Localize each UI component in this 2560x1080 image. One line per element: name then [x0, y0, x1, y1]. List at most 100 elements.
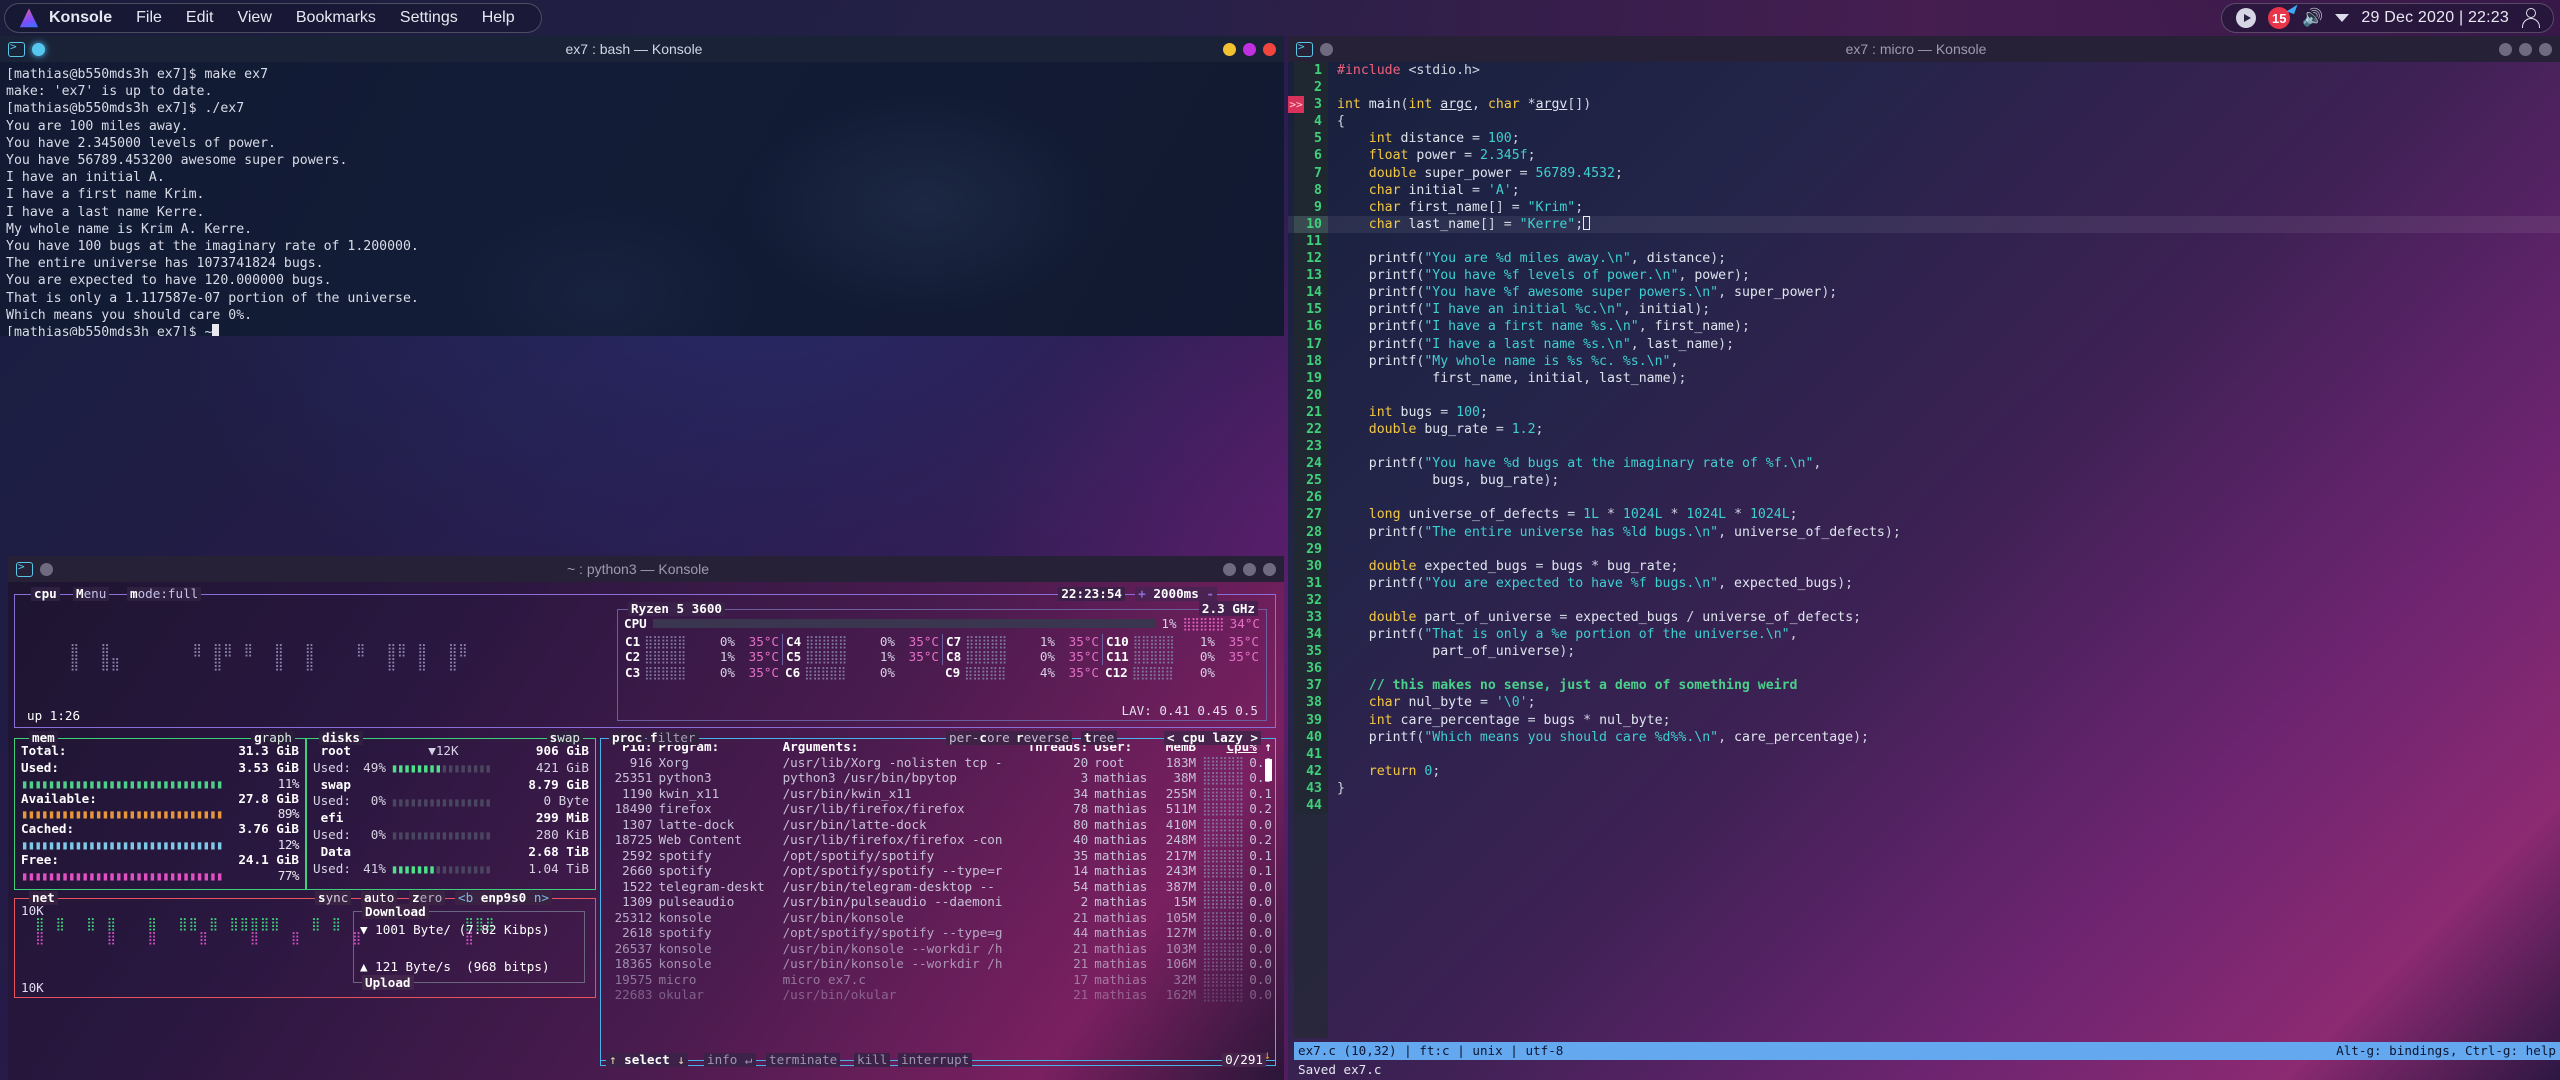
code-line[interactable]: 13 printf("You have %f levels of power.\…: [1288, 267, 2560, 285]
code-line[interactable]: 6 float power = 2.345f;: [1288, 147, 2560, 165]
process-row[interactable]: 2618 spotify/opt/spotify/spotify --type=g…: [601, 925, 1275, 941]
cpu-mode-label[interactable]: mode:full: [127, 587, 202, 601]
speaker-icon[interactable]: 🔊: [2302, 8, 2323, 28]
code-line[interactable]: 9 char first_name[] = "Krim";: [1288, 198, 2560, 216]
footer-terminate-action[interactable]: terminate: [766, 1053, 841, 1067]
code-line[interactable]: 25 bugs, bug_rate);: [1288, 472, 2560, 490]
code-line[interactable]: 7 double super_power = 56789.4532;: [1288, 164, 2560, 182]
bpytop-content[interactable]: cpu Menu mode:full 22:23:54 + 2000ms - ⣿…: [8, 582, 1284, 1080]
menu-item-view[interactable]: View: [225, 9, 283, 27]
proc-percore-toggle[interactable]: per-core: [946, 731, 1013, 745]
code-line[interactable]: 19 first_name, initial, last_name);: [1288, 369, 2560, 387]
window-controls-bpytop[interactable]: [1223, 562, 1276, 576]
window-bpytop-konsole[interactable]: ~ : python3 — Konsole cpu Menu mode:full…: [8, 556, 1284, 1080]
window-bash-konsole[interactable]: ex7 : bash — Konsole [mathias@b550mds3h …: [0, 36, 1284, 336]
maximize-button[interactable]: [1243, 562, 1256, 576]
code-line[interactable]: 17 printf("I have a last name %s.\n", la…: [1288, 335, 2560, 353]
code-line[interactable]: 2: [1288, 79, 2560, 97]
code-line[interactable]: 42 return 0;: [1288, 762, 2560, 780]
code-line[interactable]: 1 #include <stdio.h>: [1288, 62, 2560, 80]
application-menu[interactable]: Konsole File Edit View Bookmarks Setting…: [4, 3, 542, 33]
code-line[interactable]: 8 char initial = 'A';: [1288, 181, 2560, 199]
net-interface-selector[interactable]: <b enp9s0 n>: [455, 891, 552, 905]
code-line[interactable]: 33 double part_of_universe = expected_bu…: [1288, 609, 2560, 627]
minimize-button[interactable]: [1223, 42, 1236, 56]
code-line[interactable]: 22 double bug_rate = 1.2;: [1288, 420, 2560, 439]
process-row[interactable]: 18365 konsole/usr/bin/konsole --workdir /…: [601, 956, 1275, 972]
bash-terminal-output[interactable]: [mathias@b550mds3h ex7]$ make ex7 make: '…: [0, 62, 1284, 336]
code-line[interactable]: 15 printf("I have an initial %c.\n", ini…: [1288, 301, 2560, 319]
menu-item-edit[interactable]: Edit: [174, 9, 226, 27]
net-sync-toggle[interactable]: sync: [315, 891, 352, 905]
process-table[interactable]: Pid: Program: Arguments: Threads: User: …: [601, 739, 1275, 1003]
code-line[interactable]: 23: [1288, 438, 2560, 456]
code-line[interactable]: 34 printf("That is only a %e portion of …: [1288, 626, 2560, 644]
process-row[interactable]: 916 Xorg/usr/lib/Xorg -nolisten tcp - 20 ro…: [601, 755, 1275, 771]
code-line[interactable]: 27 long universe_of_defects = 1L * 1024L…: [1288, 506, 2560, 524]
footer-interrupt-action[interactable]: interrupt: [898, 1053, 973, 1067]
micro-editor[interactable]: 1 #include <stdio.h> 2 >> 3 int main(int argc…: [1288, 62, 2560, 1080]
titlebar-micro[interactable]: ex7 : micro — Konsole: [1288, 36, 2560, 62]
proc-reverse-toggle[interactable]: reverse: [1013, 731, 1073, 745]
window-controls-micro[interactable]: [2499, 42, 2552, 56]
proc-filter-input[interactable]: filter: [647, 731, 699, 745]
play-circle-icon[interactable]: [2236, 8, 2257, 28]
code-line[interactable]: 37 // this makes no sense, just a demo o…: [1288, 677, 2560, 695]
code-line[interactable]: 21 int bugs = 100;: [1288, 403, 2560, 421]
code-line[interactable]: 26: [1288, 489, 2560, 507]
titlebar-bash[interactable]: ex7 : bash — Konsole: [0, 36, 1284, 62]
footer-kill-action[interactable]: kill: [854, 1053, 891, 1067]
code-line[interactable]: 44: [1288, 797, 2560, 815]
code-line[interactable]: 20: [1288, 386, 2560, 404]
code-line[interactable]: 14 printf("You have %f awesome super pow…: [1288, 284, 2560, 302]
code-line[interactable]: 41: [1288, 745, 2560, 763]
proc-tree-toggle[interactable]: tree: [1081, 731, 1118, 745]
code-line[interactable]: 4{: [1288, 113, 2560, 131]
code-line[interactable]: 28 printf("The entire universe has %ld b…: [1288, 523, 2560, 541]
window-controls-bash[interactable]: [1223, 42, 1276, 56]
process-row[interactable]: 1309 pulseaudio/usr/bin/pulseaudio --daem…: [601, 894, 1275, 910]
menu-item-settings[interactable]: Settings: [388, 9, 470, 27]
footer-select-action[interactable]: ↑ select ↓: [606, 1053, 688, 1067]
window-micro-konsole[interactable]: ex7 : micro — Konsole 1 #include <stdio.h…: [1288, 36, 2560, 1080]
notification-badge[interactable]: 15: [2268, 1, 2298, 29]
code-line[interactable]: 30 double expected_bugs = bugs * bug_rat…: [1288, 557, 2560, 575]
chevron-down-icon[interactable]: [2335, 14, 2350, 22]
code-line[interactable]: 5 int distance = 100;: [1288, 130, 2560, 148]
menu-item-bookmarks[interactable]: Bookmarks: [284, 9, 388, 27]
close-button[interactable]: [2539, 42, 2552, 56]
user-avatar-icon[interactable]: [2521, 8, 2540, 28]
code-line[interactable]: 18 printf("My whole name is %s %c. %s.\n…: [1288, 352, 2560, 370]
menu-brand-konsole[interactable]: Konsole: [43, 9, 124, 27]
process-row[interactable]: 1307 latte-dock/usr/bin/latte-dock 80 mathi…: [601, 817, 1275, 833]
code-line[interactable]: 10 char last_name[] = "Kerre";: [1288, 215, 2560, 233]
net-auto-toggle[interactable]: auto: [361, 891, 398, 905]
code-line[interactable]: 40 printf("Which means you should care %…: [1288, 728, 2560, 746]
process-row[interactable]: 1522 telegram-deskt/usr/bin/telegram-desk…: [601, 879, 1275, 895]
code-line[interactable]: 32: [1288, 591, 2560, 609]
process-scrollbar-thumb[interactable]: [1265, 759, 1272, 781]
process-row[interactable]: 19575 micro micro ex7.c 17 mathias 32M ⣿⣿⣿⣿⣿ 0.…: [601, 972, 1275, 988]
process-row[interactable]: 22683 okular/usr/bin/okular 21 mathias 162M ⣿…: [601, 987, 1275, 1003]
menu-item-help[interactable]: Help: [470, 9, 527, 27]
code-line[interactable]: 24 printf("You have %d bugs at the imagi…: [1288, 455, 2560, 473]
code-line[interactable]: 36: [1288, 660, 2560, 678]
proc-sort-selector[interactable]: < cpu lazy >: [1164, 731, 1261, 745]
code-line[interactable]: 31 printf("You are expected to have %f b…: [1288, 574, 2560, 592]
code-line[interactable]: 16 printf("I have a first name %s.\n", f…: [1288, 318, 2560, 336]
process-row[interactable]: 18490 firefox/usr/lib/firefox/firefox 78 ma…: [601, 801, 1275, 817]
code-line[interactable]: 11: [1288, 232, 2560, 251]
process-row[interactable]: 1190 kwin_x11/usr/bin/kwin_x11 34 mathias 25…: [601, 786, 1275, 802]
menu-item-file[interactable]: File: [124, 9, 174, 27]
process-row[interactable]: 26537 konsole/usr/bin/konsole --workdir /…: [601, 941, 1275, 957]
cpu-menu-label[interactable]: Menu: [73, 587, 110, 601]
close-button[interactable]: [1263, 562, 1276, 576]
code-line[interactable]: 39 int care_percentage = bugs * nul_byte…: [1288, 711, 2560, 729]
code-line[interactable]: 12 printf("You are %d miles away.\n", di…: [1288, 250, 2560, 268]
titlebar-bpytop[interactable]: ~ : python3 — Konsole: [8, 556, 1284, 582]
footer-info-action[interactable]: info ↵: [704, 1053, 756, 1067]
process-row[interactable]: 25351 python3 python3 /usr/bin/bpytop 3 math…: [601, 770, 1275, 786]
clock-label[interactable]: 29 Dec 2020 | 22:23: [2361, 9, 2509, 27]
maximize-button[interactable]: [2519, 42, 2532, 56]
process-row[interactable]: 2592 spotify/opt/spotify/spotify 35 mathias…: [601, 848, 1275, 864]
